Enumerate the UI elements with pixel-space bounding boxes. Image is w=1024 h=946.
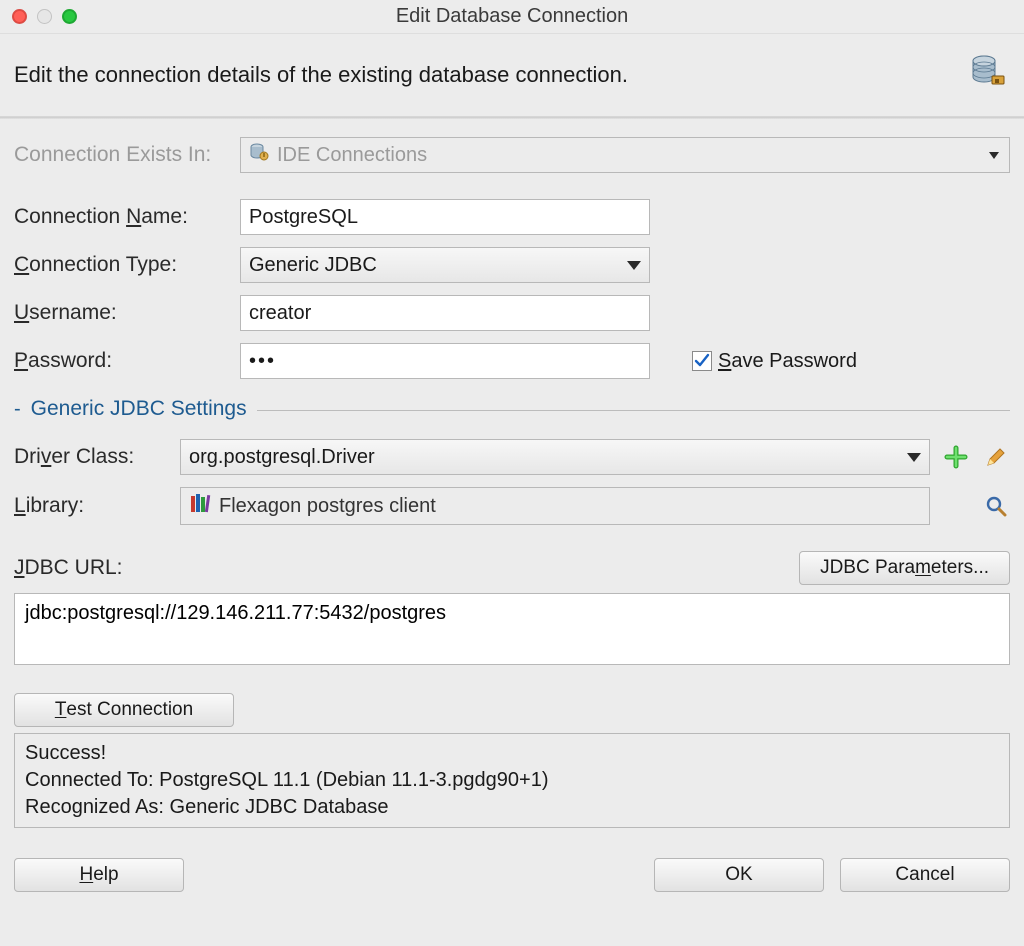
dialog-description: Edit the connection details of the exist…	[14, 62, 628, 88]
dropdown-caret-icon	[989, 152, 999, 159]
section-collapse-icon[interactable]: -	[14, 398, 21, 421]
close-window-icon[interactable]	[12, 9, 27, 24]
jdbc-url-input[interactable]	[14, 593, 1010, 665]
section-title: Generic JDBC Settings	[31, 397, 247, 421]
cancel-button[interactable]: Cancel	[840, 858, 1010, 892]
result-line-3: Recognized As: Generic JDBC Database	[25, 794, 999, 821]
jdbc-url-label: JDBC URL:	[14, 556, 123, 580]
edit-driver-button[interactable]	[982, 443, 1010, 471]
exists-in-label: Connection Exists In:	[14, 143, 228, 167]
connection-type-value: Generic JDBC	[249, 254, 377, 277]
ok-button[interactable]: OK	[654, 858, 824, 892]
add-driver-button[interactable]	[942, 443, 970, 471]
spacer	[942, 492, 970, 520]
username-input[interactable]	[240, 295, 650, 331]
library-value: Flexagon postgres client	[219, 495, 436, 518]
save-password-checkbox[interactable]: Save Password	[692, 350, 857, 373]
section-divider	[257, 410, 1010, 411]
username-label: Username:	[14, 301, 228, 325]
connection-name-input[interactable]	[240, 199, 650, 235]
ide-connections-icon	[249, 142, 269, 168]
database-icon	[970, 54, 1006, 96]
exists-in-value: IDE Connections	[277, 144, 427, 167]
books-icon	[189, 492, 211, 520]
library-field: Flexagon postgres client	[180, 487, 930, 525]
exists-in-select: IDE Connections	[240, 137, 1010, 173]
driver-class-value: org.postgresql.Driver	[189, 446, 375, 469]
browse-library-button[interactable]	[982, 492, 1010, 520]
minimize-window-icon[interactable]	[37, 9, 52, 24]
password-label: Password:	[14, 349, 228, 373]
password-input[interactable]	[240, 343, 650, 379]
titlebar: Edit Database Connection	[0, 0, 1024, 34]
checkbox-icon	[692, 351, 712, 371]
connection-type-label: Connection Type:	[14, 253, 228, 277]
save-password-label: Save Password	[718, 350, 857, 373]
result-line-2: Connected To: PostgreSQL 11.1 (Debian 11…	[25, 767, 999, 794]
result-line-1: Success!	[25, 740, 999, 767]
driver-class-label: Driver Class:	[14, 445, 168, 469]
connection-type-select[interactable]: Generic JDBC	[240, 247, 650, 283]
jdbc-parameters-button[interactable]: JDBC Parameters...	[799, 551, 1010, 585]
help-button[interactable]: Help	[14, 858, 184, 892]
chevron-down-icon	[627, 261, 641, 270]
library-label: Library:	[14, 494, 168, 518]
window-controls	[12, 9, 77, 24]
window-title: Edit Database Connection	[0, 5, 1024, 28]
test-connection-button[interactable]: Test Connection	[14, 693, 234, 727]
driver-class-select[interactable]: org.postgresql.Driver	[180, 439, 930, 475]
section-generic-jdbc: - Generic JDBC Settings	[14, 397, 1010, 421]
connection-name-label: Connection Name:	[14, 205, 228, 229]
dialog-header: Edit the connection details of the exist…	[0, 34, 1024, 117]
chevron-down-icon	[907, 453, 921, 462]
test-result-box: Success! Connected To: PostgreSQL 11.1 (…	[14, 733, 1010, 828]
zoom-window-icon[interactable]	[62, 9, 77, 24]
